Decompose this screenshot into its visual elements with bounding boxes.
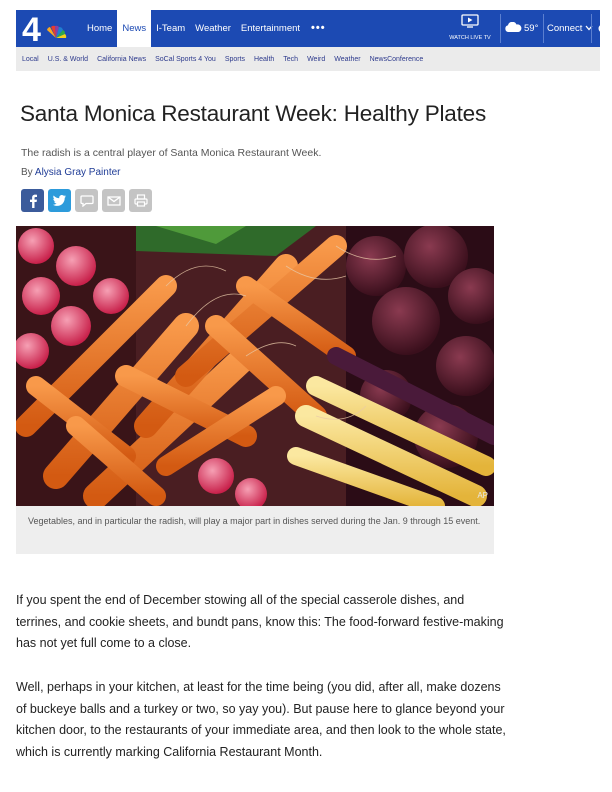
- divider: [591, 14, 592, 43]
- share-toolbar: [21, 189, 156, 212]
- logo-number: 4: [22, 11, 41, 49]
- divider: [543, 14, 544, 43]
- print-icon[interactable]: [129, 189, 152, 212]
- subnav-item-newsconference[interactable]: NewsConference: [370, 56, 424, 63]
- divider: [500, 14, 501, 43]
- subnav-item-weird[interactable]: Weird: [307, 56, 325, 63]
- article-subhead: The radish is a central player of Santa …: [21, 147, 322, 159]
- chevron-down-icon: [585, 23, 593, 34]
- subnav-item-us-world[interactable]: U.S. & World: [48, 56, 88, 63]
- subnav-item-health[interactable]: Health: [254, 56, 274, 63]
- article-paragraph: Well, perhaps in your kitchen, at least …: [16, 680, 506, 759]
- byline-prefix: By: [21, 167, 33, 178]
- connect-label: Connect: [547, 23, 583, 34]
- section-subnav: Local U.S. & World California News SoCal…: [16, 47, 600, 71]
- nav-item-entertainment[interactable]: Entertainment: [236, 10, 305, 47]
- subnav-item-sports[interactable]: Sports: [225, 56, 245, 63]
- temperature-value: 59°: [524, 23, 539, 34]
- nav-item-home[interactable]: Home: [82, 10, 117, 47]
- connect-menu-button[interactable]: Connect: [547, 10, 593, 47]
- nav-item-news[interactable]: News: [117, 10, 152, 47]
- subnav-item-local[interactable]: Local: [22, 56, 39, 63]
- subnav-item-tech[interactable]: Tech: [283, 56, 298, 63]
- subnav-item-weather[interactable]: Weather: [334, 56, 360, 63]
- weather-widget[interactable]: 59°: [504, 10, 538, 47]
- search-icon[interactable]: [598, 22, 609, 40]
- photo-caption: Vegetables, and in particular the radish…: [16, 506, 494, 554]
- article-lead-photo: AP: [16, 226, 494, 506]
- photo-credit: AP: [477, 491, 488, 500]
- subnav-item-california-news[interactable]: California News: [97, 56, 146, 63]
- watch-live-tv-button[interactable]: WATCH LIVE TV: [444, 14, 496, 41]
- author-link[interactable]: Alysia Gray Painter: [35, 167, 121, 178]
- tv-icon: [461, 14, 479, 32]
- nav-item-i-team[interactable]: I-Team: [151, 10, 190, 47]
- main-nav: Home News I-Team Weather Entertainment •…: [82, 10, 332, 47]
- email-icon[interactable]: [102, 189, 125, 212]
- comment-icon[interactable]: [75, 189, 98, 212]
- article-headline: Santa Monica Restaurant Week: Healthy Pl…: [20, 101, 487, 126]
- nbc4-logo[interactable]: 4: [18, 8, 74, 50]
- watch-live-tv-label: WATCH LIVE TV: [449, 35, 491, 41]
- twitter-icon[interactable]: [48, 189, 71, 212]
- article-byline: By Alysia Gray Painter: [21, 167, 121, 178]
- vegetables-image: [16, 226, 494, 506]
- more-menu-button[interactable]: •••: [305, 10, 332, 47]
- article-paragraph: If you spent the end of December stowing…: [16, 593, 504, 650]
- subnav-item-socal-sports[interactable]: SoCal Sports 4 You: [155, 56, 216, 63]
- top-nav-bar: 4 Home News I-Team Weather Entertainment…: [16, 8, 609, 50]
- nav-item-weather[interactable]: Weather: [190, 10, 236, 47]
- facebook-icon[interactable]: [21, 189, 44, 212]
- cloud-icon: [504, 21, 522, 36]
